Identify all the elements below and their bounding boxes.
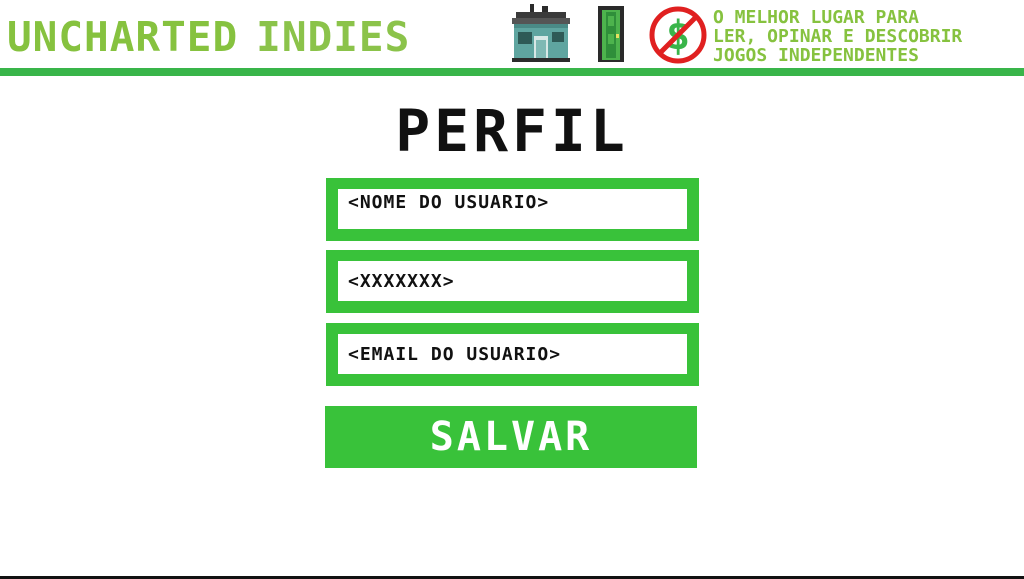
tagline-line-1: O MELHOR LUGAR PARA xyxy=(713,8,919,27)
no-money-icon[interactable]: $ xyxy=(646,6,710,64)
username-field[interactable]: <NOME DO USUARIO> xyxy=(326,178,699,241)
site-tagline: O MELHOR LUGAR PARA LER, OPINAR E DESCOB… xyxy=(713,8,1024,65)
tagline-line-2: LER, OPINAR E DESCOBRIR xyxy=(713,27,963,46)
brand-word-uncharted: UNCHARTED xyxy=(7,12,239,61)
username-value[interactable]: <NOME DO USUARIO> xyxy=(338,189,687,229)
profile-page: UNCHARTED INDIES O MELHOR LUGAR PARA LER… xyxy=(0,0,1024,579)
save-button[interactable]: SALVAR xyxy=(325,406,697,468)
door-icon[interactable] xyxy=(596,4,626,62)
brand-word-indies: INDIES xyxy=(256,12,411,61)
header-divider xyxy=(0,68,1024,76)
email-value[interactable]: <EMAIL DO USUARIO> xyxy=(338,334,687,374)
page-title: PERFIL xyxy=(395,97,629,165)
email-field[interactable]: <EMAIL DO USUARIO> xyxy=(326,323,699,386)
house-icon[interactable] xyxy=(508,4,574,62)
tagline-line-3: JOGOS INDEPENDENTES xyxy=(713,46,919,65)
password-field[interactable]: <XXXXXXX> xyxy=(326,250,699,313)
site-header: UNCHARTED INDIES O MELHOR LUGAR PARA LER… xyxy=(0,0,1024,76)
site-logo[interactable]: UNCHARTED INDIES xyxy=(7,14,410,60)
password-value[interactable]: <XXXXXXX> xyxy=(338,261,687,301)
